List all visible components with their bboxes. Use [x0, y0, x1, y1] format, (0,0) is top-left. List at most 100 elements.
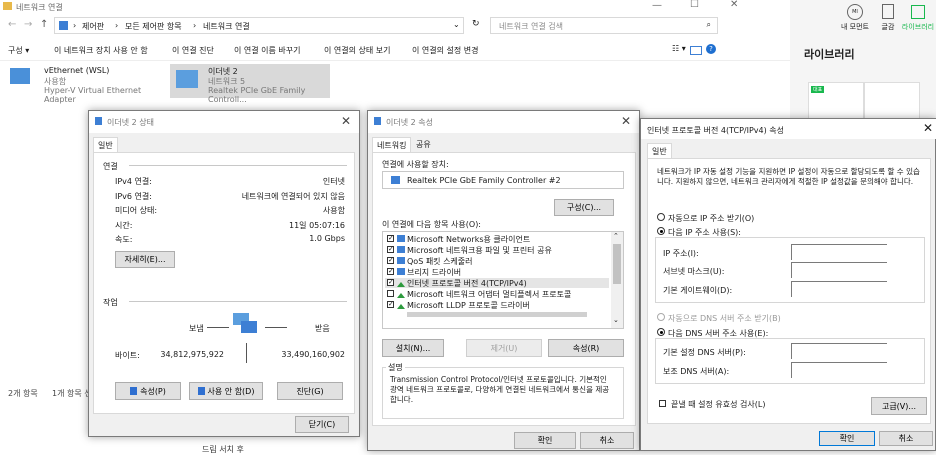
alternate-dns-field[interactable]: [791, 362, 887, 378]
manual-ip-radio[interactable]: [657, 227, 665, 235]
nav-label: 내 모먼트: [841, 23, 869, 31]
disable-button[interactable]: 사용 안 함(D): [189, 382, 263, 400]
breadcrumb-item[interactable]: 모든 제어판 항목: [125, 21, 182, 32]
install-button[interactable]: 설치(N)...: [382, 339, 444, 357]
subnet-mask-field[interactable]: [791, 262, 887, 278]
connect-using-label: 연결에 사용할 장치:: [382, 160, 449, 169]
preview-pane-icon[interactable]: [690, 46, 702, 55]
organize-menu[interactable]: 구성 ▾: [8, 45, 29, 56]
status-selected-count: 1개 항목 선: [52, 389, 92, 398]
address-bar[interactable]: › 제어판 › 모든 제어판 항목 › 네트워크 연결 ⌄: [54, 17, 464, 34]
nav-library[interactable]: 라이브러리: [900, 2, 936, 32]
address-row: ← → ↑ › 제어판 › 모든 제어판 항목 › 네트워크 연결 ⌄ ↻ 네트…: [0, 16, 790, 36]
list-item[interactable]: ✓ Microsoft Networks용 클라이언트: [385, 234, 609, 244]
protocol-icon: [397, 282, 405, 287]
cancel-button[interactable]: 취소: [879, 431, 933, 446]
item-checkbox[interactable]: ✓: [387, 257, 394, 264]
item-checkbox[interactable]: ✓: [387, 301, 394, 308]
item-checkbox[interactable]: ✓: [387, 235, 394, 242]
bytes-received: 33,490,160,902: [281, 350, 345, 359]
adapter-item[interactable]: vEthernet (WSL) 사용함 Hyper-V Virtual Ethe…: [8, 64, 168, 104]
breadcrumb-item[interactable]: 네트워크 연결: [203, 21, 250, 32]
item-checkbox[interactable]: ✓: [387, 279, 394, 286]
advanced-button[interactable]: 고급(V)...: [871, 397, 927, 415]
chevron-down-icon[interactable]: ⌄: [453, 20, 460, 29]
gateway-field[interactable]: [791, 281, 887, 297]
service-icon: [397, 257, 405, 264]
auto-ip-radio[interactable]: [657, 213, 665, 221]
list-item[interactable]: ✓ Microsoft 네트워크용 파일 및 프린터 공유: [385, 245, 609, 255]
item-checkbox[interactable]: [387, 290, 394, 297]
manual-dns-radio[interactable]: [657, 328, 665, 336]
dialog-titlebar: 이더넷 2 상태 ✕: [89, 111, 359, 133]
preferred-dns-field[interactable]: [791, 343, 887, 359]
details-button[interactable]: 자세히(E)...: [115, 251, 175, 268]
list-item[interactable]: Microsoft 네트워크 어댑터 멀티플렉서 프로토콜: [385, 289, 609, 299]
diagnose-button[interactable]: 진단(G): [277, 382, 343, 400]
ipv4-label: IPv4 연결:: [115, 177, 152, 186]
configure-button[interactable]: 구성(C)...: [554, 199, 614, 216]
scroll-thumb[interactable]: [613, 244, 621, 284]
bytes-label: 바이트:: [115, 351, 140, 360]
ok-button[interactable]: 확인: [819, 431, 875, 446]
close-icon[interactable]: ✕: [923, 121, 933, 135]
view-status-command[interactable]: 이 연결의 상태 보기: [324, 45, 391, 56]
diagnose-command[interactable]: 이 연결 진단: [172, 45, 214, 56]
disable-device-command[interactable]: 이 네트워크 장치 사용 안 함: [54, 45, 148, 56]
service-icon: [397, 246, 405, 253]
maximize-icon[interactable]: ☐: [690, 0, 699, 10]
library-thumbnail[interactable]: [864, 82, 920, 120]
shield-icon: [130, 387, 138, 395]
adapter-item-selected[interactable]: 이더넷 2 네트워크 5 Realtek PCIe GbE Family Con…: [170, 64, 330, 104]
search-input[interactable]: 네트워크 연결 검색 ⌕: [490, 17, 718, 34]
search-placeholder: 네트워크 연결 검색: [499, 22, 563, 31]
description-text: Transmission Control Protocol/인터넷 프로토콜입니…: [390, 375, 610, 404]
breadcrumb-item[interactable]: 제어판: [82, 21, 104, 32]
list-item-selected[interactable]: ✓ 인터넷 프로토콜 버전 4(TCP/IPv4): [385, 278, 609, 288]
ok-button[interactable]: 확인: [514, 432, 576, 449]
bytes-sent: 34,812,975,922: [160, 350, 224, 359]
ipv6-value: 네트워크에 연결되어 있지 않음: [241, 192, 345, 201]
scroll-down-icon[interactable]: ⌄: [613, 316, 619, 324]
uninstall-button[interactable]: 제거(U): [466, 339, 542, 357]
validate-checkbox[interactable]: [659, 400, 666, 407]
back-icon[interactable]: ←: [8, 19, 16, 30]
subnet-label: 서브넷 마스크(U):: [663, 267, 725, 276]
close-icon[interactable]: ✕: [621, 114, 631, 128]
item-properties-button[interactable]: 속성(R): [548, 339, 624, 357]
protocol-icon: [397, 293, 405, 298]
cancel-button[interactable]: 취소: [580, 432, 634, 449]
list-item[interactable]: ✓ 브리지 드라이버: [385, 267, 609, 277]
scroll-up-icon[interactable]: ⌃: [613, 232, 619, 240]
change-settings-command[interactable]: 이 연결의 설정 변경: [412, 45, 479, 56]
forward-icon[interactable]: →: [24, 19, 32, 30]
item-checkbox[interactable]: ✓: [387, 246, 394, 253]
refresh-icon[interactable]: ↻: [472, 19, 480, 29]
view-options-icon[interactable]: ☷ ▾: [672, 44, 686, 53]
network-icon: [95, 117, 102, 125]
up-icon[interactable]: ↑: [40, 19, 48, 30]
intro-text: 네트워크가 IP 자동 설정 기능을 지원하면 IP 설정이 자동으로 할당되도…: [657, 167, 920, 186]
tab-sharing[interactable]: 공유: [416, 139, 431, 150]
item-checkbox[interactable]: ✓: [387, 268, 394, 275]
ipv4-value: 인터넷: [322, 177, 345, 186]
library-thumbnail[interactable]: 대표: [808, 82, 864, 120]
help-icon[interactable]: ?: [706, 44, 716, 54]
auto-dns-radio[interactable]: [657, 313, 665, 321]
close-button[interactable]: 닫기(C): [295, 416, 349, 433]
list-item[interactable]: ✓ Microsoft LLDP 프로토콜 드라이버: [385, 300, 609, 310]
network-activity-icon: [233, 313, 259, 337]
nav-moment[interactable]: MI 내 모먼트: [834, 2, 876, 32]
close-icon[interactable]: ✕: [341, 114, 351, 128]
scrollbar[interactable]: ⌃ ⌄: [611, 232, 623, 328]
titlebar: 네트워크 연결 — ☐ ✕: [0, 0, 790, 14]
close-icon[interactable]: ✕: [730, 0, 738, 10]
properties-button[interactable]: 속성(P): [115, 382, 181, 400]
minimize-icon[interactable]: —: [652, 0, 662, 11]
list-item[interactable]: ✓ QoS 패킷 스케줄러: [385, 256, 609, 266]
ip-address-field[interactable]: [791, 244, 887, 260]
validate-label: 끝낼 때 설정 유효성 검사(L): [671, 400, 766, 409]
rename-command[interactable]: 이 연결 이름 바꾸기: [234, 45, 301, 56]
nav-material[interactable]: 글감: [876, 2, 900, 32]
gateway-label: 기본 게이트웨이(D):: [663, 286, 733, 295]
